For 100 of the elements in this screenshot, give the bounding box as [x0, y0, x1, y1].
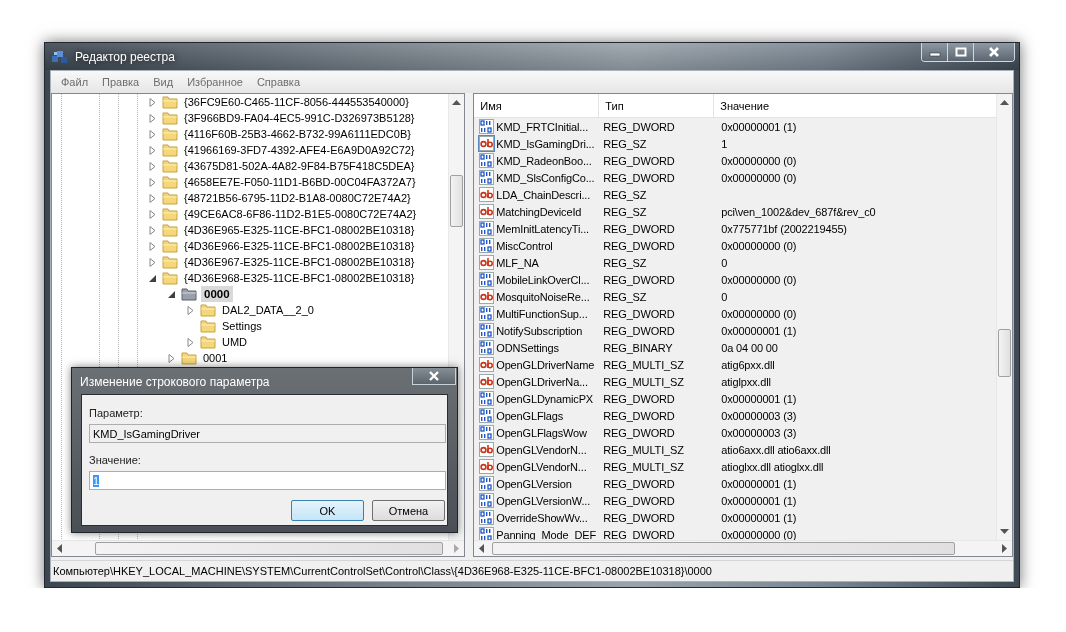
maximize-button[interactable]: [948, 43, 974, 61]
column-header[interactable]: Тип: [599, 94, 715, 117]
value-name[interactable]: OpenGLVendorN...: [496, 460, 587, 473]
value-name[interactable]: MemInitLatencyTi...: [496, 222, 589, 235]
collapsed-triangle-icon[interactable]: [167, 353, 176, 363]
value-name[interactable]: MatchingDeviceId: [496, 205, 582, 218]
value-type: REG_DWORD: [603, 426, 675, 439]
tree-item[interactable]: DAL2_DATA__2_0: [220, 303, 316, 317]
collapsed-triangle-icon[interactable]: [148, 193, 157, 203]
menu-item[interactable]: Справка: [250, 74, 307, 90]
value-type: REG_SZ: [603, 290, 647, 303]
field-label: Значение:: [89, 454, 142, 468]
value-type: REG_SZ: [603, 188, 647, 201]
value-name[interactable]: KMD_FRTCInitial...: [496, 120, 589, 133]
tree-item[interactable]: {3F966BD9-FA04-4EC5-991C-D326973B5128}: [182, 111, 417, 125]
column-header[interactable]: Значение: [714, 94, 996, 117]
value-name[interactable]: KMD_IsGamingDri...: [496, 137, 595, 150]
value-name[interactable]: OpenGLDriverName: [496, 358, 595, 371]
collapsed-triangle-icon[interactable]: [148, 129, 157, 139]
scrollbar-thumb[interactable]: [492, 542, 955, 555]
scroll-right-icon[interactable]: [1002, 544, 1007, 553]
collapsed-triangle-icon[interactable]: [186, 305, 195, 315]
menu-item[interactable]: Вид: [147, 74, 180, 90]
value-name[interactable]: OverrideShowWv...: [496, 511, 588, 524]
vertical-scrollbar[interactable]: [996, 94, 1012, 540]
expanded-triangle-icon[interactable]: [167, 289, 176, 299]
collapsed-triangle-icon[interactable]: [148, 177, 157, 187]
collapsed-triangle-icon[interactable]: [148, 209, 157, 219]
column-header[interactable]: Имя: [474, 94, 600, 117]
scroll-up-icon[interactable]: [1000, 100, 1009, 105]
collapsed-triangle-icon[interactable]: [148, 241, 157, 251]
scroll-up-icon[interactable]: [452, 100, 462, 105]
close-button[interactable]: [412, 368, 456, 385]
tree-item[interactable]: {43675D81-502A-4A82-9F84-B75F418C5DEA}: [182, 159, 417, 173]
tree-item[interactable]: {36FC9E60-C465-11CF-8056-444553540000}: [182, 95, 411, 109]
tree-item[interactable]: {49CE6AC8-6F86-11D2-B1E5-0080C72E74A2}: [182, 207, 419, 221]
menu-item[interactable]: Файл: [55, 74, 95, 90]
value-name[interactable]: ODNSettings: [496, 341, 559, 354]
value-name[interactable]: MultiFunctionSup...: [496, 307, 588, 320]
close-button[interactable]: [974, 43, 1014, 61]
ok-button[interactable]: OK: [291, 500, 364, 521]
folder-icon: [200, 334, 216, 350]
value-name[interactable]: OpenGLFlagsWow: [496, 426, 587, 439]
value-name[interactable]: MLF_NA: [496, 256, 539, 269]
collapsed-triangle-icon[interactable]: [148, 225, 157, 235]
value-name[interactable]: OpenGLDynamicPX: [496, 392, 594, 405]
value-data: atig6pxx.dll: [721, 358, 775, 371]
menu-item[interactable]: Избранное: [181, 74, 249, 90]
tree-item[interactable]: {4D36E966-E325-11CE-BFC1-08002BE10318}: [182, 239, 417, 253]
collapsed-triangle-icon[interactable]: [148, 145, 157, 155]
value-data: 0x00000000 (0): [721, 154, 797, 167]
scroll-down-icon[interactable]: [1000, 529, 1009, 534]
value-name[interactable]: NotifySubscription: [496, 324, 583, 337]
value-name[interactable]: Panning_Mode_DEF: [496, 528, 596, 540]
collapsed-triangle-icon[interactable]: [148, 113, 157, 123]
folder-icon: [162, 270, 178, 286]
collapsed-triangle-icon[interactable]: [148, 257, 157, 267]
value-name[interactable]: OpenGLVersionW...: [496, 494, 591, 507]
tree-item[interactable]: {4658EE7E-F050-11D1-B6BD-00C04FA372A7}: [182, 175, 418, 189]
tree-item[interactable]: UMD: [220, 335, 250, 349]
scrollbar-thumb[interactable]: [95, 542, 444, 555]
value-name[interactable]: OpenGLDriverNa...: [496, 375, 588, 388]
tree-item[interactable]: 0000: [201, 286, 233, 302]
value-type: REG_DWORD: [603, 477, 675, 490]
scrollbar-thumb[interactable]: [998, 329, 1011, 377]
expanded-triangle-icon[interactable]: [148, 273, 157, 283]
horizontal-scrollbar[interactable]: [52, 540, 465, 556]
menu-item[interactable]: Правка: [96, 74, 146, 90]
value-name[interactable]: KMD_SlsConfigCo...: [496, 171, 595, 184]
value-name[interactable]: MiscControl: [496, 239, 553, 252]
value-type: REG_MULTI_SZ: [603, 460, 684, 473]
horizontal-scrollbar[interactable]: [474, 540, 1012, 556]
collapsed-triangle-icon[interactable]: [186, 337, 195, 347]
tree-item[interactable]: {48721B56-6795-11D2-B1A8-0080C72E74A2}: [182, 191, 413, 205]
collapsed-triangle-icon[interactable]: [148, 97, 157, 107]
value-name[interactable]: KMD_RadeonBoo...: [496, 154, 592, 167]
tree-item[interactable]: {41966169-3FD7-4392-AFE4-E6A9D0A92C72}: [182, 143, 417, 157]
tree-item[interactable]: {4D36E965-E325-11CE-BFC1-08002BE10318}: [182, 223, 417, 237]
scroll-left-icon[interactable]: [479, 544, 485, 553]
tree-item[interactable]: {4D36E968-E325-11CE-BFC1-08002BE10318}: [182, 271, 417, 285]
value-name[interactable]: MobileLinkOverCl...: [496, 273, 590, 286]
folder-icon: [162, 222, 178, 238]
value-name[interactable]: OpenGLVendorN...: [496, 443, 587, 456]
value-name[interactable]: LDA_ChainDescri...: [496, 188, 591, 201]
value-type: REG_DWORD: [603, 324, 675, 337]
value-type: REG_MULTI_SZ: [603, 358, 684, 371]
scrollbar-thumb[interactable]: [450, 175, 464, 227]
folder-icon: [181, 286, 197, 302]
tree-item[interactable]: 0001: [201, 351, 230, 365]
tree-item[interactable]: {4116F60B-25B3-4662-B732-99A6111EDC0B}: [182, 127, 413, 141]
collapsed-triangle-icon[interactable]: [148, 161, 157, 171]
tree-item[interactable]: {4D36E967-E325-11CE-BFC1-08002BE10318}: [182, 255, 417, 269]
cancel-button[interactable]: Отмена: [372, 500, 445, 521]
value-name[interactable]: OpenGLFlags: [496, 409, 564, 422]
minimize-button[interactable]: [922, 43, 948, 61]
value-name[interactable]: OpenGLVersion: [496, 477, 572, 490]
tree-item[interactable]: Settings: [220, 319, 264, 333]
value-name[interactable]: MosquitoNoiseRe...: [496, 290, 590, 303]
maximize-icon: [954, 47, 967, 57]
scroll-left-icon[interactable]: [57, 544, 62, 553]
